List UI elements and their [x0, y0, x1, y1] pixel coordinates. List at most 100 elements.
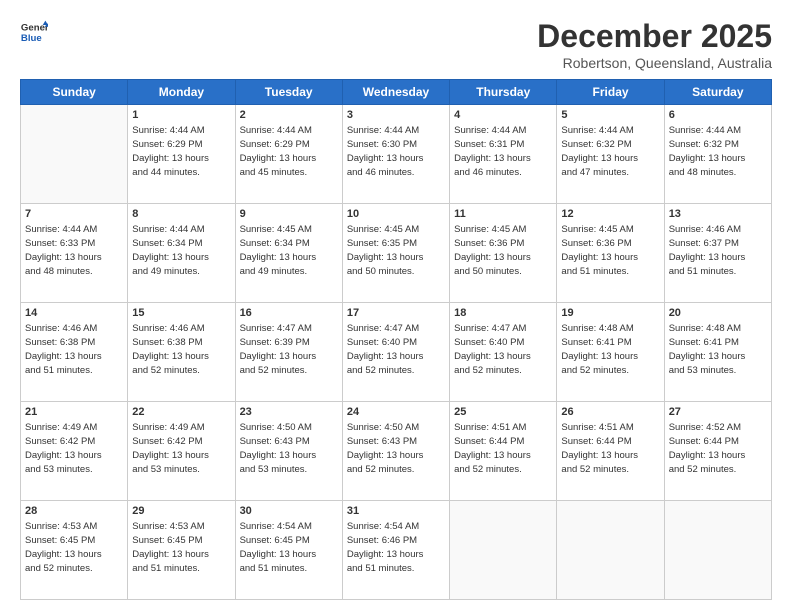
- day-number: 17: [347, 306, 445, 321]
- day-info: Sunrise: 4:46 AM Sunset: 6:38 PM Dayligh…: [25, 322, 123, 377]
- day-info: Sunrise: 4:53 AM Sunset: 6:45 PM Dayligh…: [132, 520, 230, 575]
- day-number: 3: [347, 108, 445, 123]
- table-row: 21Sunrise: 4:49 AM Sunset: 6:42 PM Dayli…: [21, 402, 128, 501]
- day-info: Sunrise: 4:51 AM Sunset: 6:44 PM Dayligh…: [454, 421, 552, 476]
- col-saturday: Saturday: [664, 80, 771, 105]
- day-info: Sunrise: 4:50 AM Sunset: 6:43 PM Dayligh…: [347, 421, 445, 476]
- table-row: 17Sunrise: 4:47 AM Sunset: 6:40 PM Dayli…: [342, 303, 449, 402]
- logo: General Blue: [20, 18, 48, 46]
- day-info: Sunrise: 4:53 AM Sunset: 6:45 PM Dayligh…: [25, 520, 123, 575]
- day-info: Sunrise: 4:45 AM Sunset: 6:36 PM Dayligh…: [561, 223, 659, 278]
- table-row: 12Sunrise: 4:45 AM Sunset: 6:36 PM Dayli…: [557, 204, 664, 303]
- table-row: 18Sunrise: 4:47 AM Sunset: 6:40 PM Dayli…: [450, 303, 557, 402]
- table-row: 26Sunrise: 4:51 AM Sunset: 6:44 PM Dayli…: [557, 402, 664, 501]
- table-row: 15Sunrise: 4:46 AM Sunset: 6:38 PM Dayli…: [128, 303, 235, 402]
- day-number: 12: [561, 207, 659, 222]
- day-number: 6: [669, 108, 767, 123]
- day-info: Sunrise: 4:44 AM Sunset: 6:34 PM Dayligh…: [132, 223, 230, 278]
- table-row: 30Sunrise: 4:54 AM Sunset: 6:45 PM Dayli…: [235, 501, 342, 600]
- day-number: 16: [240, 306, 338, 321]
- day-info: Sunrise: 4:44 AM Sunset: 6:29 PM Dayligh…: [240, 124, 338, 179]
- svg-text:Blue: Blue: [21, 33, 42, 44]
- table-row: 5Sunrise: 4:44 AM Sunset: 6:32 PM Daylig…: [557, 105, 664, 204]
- day-number: 13: [669, 207, 767, 222]
- day-number: 30: [240, 504, 338, 519]
- table-row: 10Sunrise: 4:45 AM Sunset: 6:35 PM Dayli…: [342, 204, 449, 303]
- day-info: Sunrise: 4:52 AM Sunset: 6:44 PM Dayligh…: [669, 421, 767, 476]
- day-number: 29: [132, 504, 230, 519]
- day-number: 11: [454, 207, 552, 222]
- calendar-table: Sunday Monday Tuesday Wednesday Thursday…: [20, 79, 772, 600]
- table-row: 31Sunrise: 4:54 AM Sunset: 6:46 PM Dayli…: [342, 501, 449, 600]
- table-row: 24Sunrise: 4:50 AM Sunset: 6:43 PM Dayli…: [342, 402, 449, 501]
- day-number: 23: [240, 405, 338, 420]
- table-row: 8Sunrise: 4:44 AM Sunset: 6:34 PM Daylig…: [128, 204, 235, 303]
- day-info: Sunrise: 4:47 AM Sunset: 6:40 PM Dayligh…: [347, 322, 445, 377]
- table-row: 25Sunrise: 4:51 AM Sunset: 6:44 PM Dayli…: [450, 402, 557, 501]
- day-number: 31: [347, 504, 445, 519]
- day-number: 7: [25, 207, 123, 222]
- day-info: Sunrise: 4:44 AM Sunset: 6:33 PM Dayligh…: [25, 223, 123, 278]
- day-info: Sunrise: 4:45 AM Sunset: 6:34 PM Dayligh…: [240, 223, 338, 278]
- table-row: 16Sunrise: 4:47 AM Sunset: 6:39 PM Dayli…: [235, 303, 342, 402]
- day-number: 25: [454, 405, 552, 420]
- day-info: Sunrise: 4:47 AM Sunset: 6:40 PM Dayligh…: [454, 322, 552, 377]
- day-number: 22: [132, 405, 230, 420]
- day-number: 14: [25, 306, 123, 321]
- day-info: Sunrise: 4:44 AM Sunset: 6:31 PM Dayligh…: [454, 124, 552, 179]
- day-info: Sunrise: 4:45 AM Sunset: 6:35 PM Dayligh…: [347, 223, 445, 278]
- day-number: 18: [454, 306, 552, 321]
- day-info: Sunrise: 4:47 AM Sunset: 6:39 PM Dayligh…: [240, 322, 338, 377]
- day-number: 26: [561, 405, 659, 420]
- table-row: 9Sunrise: 4:45 AM Sunset: 6:34 PM Daylig…: [235, 204, 342, 303]
- calendar-week-4: 21Sunrise: 4:49 AM Sunset: 6:42 PM Dayli…: [21, 402, 772, 501]
- day-info: Sunrise: 4:44 AM Sunset: 6:30 PM Dayligh…: [347, 124, 445, 179]
- day-number: 19: [561, 306, 659, 321]
- col-sunday: Sunday: [21, 80, 128, 105]
- day-number: 4: [454, 108, 552, 123]
- table-row: [21, 105, 128, 204]
- calendar-week-1: 1Sunrise: 4:44 AM Sunset: 6:29 PM Daylig…: [21, 105, 772, 204]
- day-info: Sunrise: 4:51 AM Sunset: 6:44 PM Dayligh…: [561, 421, 659, 476]
- logo-icon: General Blue: [20, 18, 48, 46]
- table-row: 22Sunrise: 4:49 AM Sunset: 6:42 PM Dayli…: [128, 402, 235, 501]
- calendar-header-row: Sunday Monday Tuesday Wednesday Thursday…: [21, 80, 772, 105]
- col-tuesday: Tuesday: [235, 80, 342, 105]
- day-info: Sunrise: 4:44 AM Sunset: 6:32 PM Dayligh…: [669, 124, 767, 179]
- day-number: 27: [669, 405, 767, 420]
- table-row: 29Sunrise: 4:53 AM Sunset: 6:45 PM Dayli…: [128, 501, 235, 600]
- table-row: [450, 501, 557, 600]
- day-number: 1: [132, 108, 230, 123]
- day-info: Sunrise: 4:49 AM Sunset: 6:42 PM Dayligh…: [132, 421, 230, 476]
- table-row: 27Sunrise: 4:52 AM Sunset: 6:44 PM Dayli…: [664, 402, 771, 501]
- subtitle: Robertson, Queensland, Australia: [537, 55, 772, 71]
- table-row: 13Sunrise: 4:46 AM Sunset: 6:37 PM Dayli…: [664, 204, 771, 303]
- day-number: 24: [347, 405, 445, 420]
- table-row: 20Sunrise: 4:48 AM Sunset: 6:41 PM Dayli…: [664, 303, 771, 402]
- day-info: Sunrise: 4:48 AM Sunset: 6:41 PM Dayligh…: [561, 322, 659, 377]
- calendar-week-3: 14Sunrise: 4:46 AM Sunset: 6:38 PM Dayli…: [21, 303, 772, 402]
- month-title: December 2025: [537, 18, 772, 55]
- calendar-week-2: 7Sunrise: 4:44 AM Sunset: 6:33 PM Daylig…: [21, 204, 772, 303]
- col-monday: Monday: [128, 80, 235, 105]
- day-info: Sunrise: 4:44 AM Sunset: 6:29 PM Dayligh…: [132, 124, 230, 179]
- table-row: 4Sunrise: 4:44 AM Sunset: 6:31 PM Daylig…: [450, 105, 557, 204]
- table-row: [664, 501, 771, 600]
- day-info: Sunrise: 4:45 AM Sunset: 6:36 PM Dayligh…: [454, 223, 552, 278]
- col-wednesday: Wednesday: [342, 80, 449, 105]
- day-info: Sunrise: 4:49 AM Sunset: 6:42 PM Dayligh…: [25, 421, 123, 476]
- day-number: 8: [132, 207, 230, 222]
- table-row: 1Sunrise: 4:44 AM Sunset: 6:29 PM Daylig…: [128, 105, 235, 204]
- header: General Blue December 2025 Robertson, Qu…: [20, 18, 772, 71]
- day-number: 9: [240, 207, 338, 222]
- day-info: Sunrise: 4:44 AM Sunset: 6:32 PM Dayligh…: [561, 124, 659, 179]
- day-info: Sunrise: 4:46 AM Sunset: 6:38 PM Dayligh…: [132, 322, 230, 377]
- day-info: Sunrise: 4:54 AM Sunset: 6:45 PM Dayligh…: [240, 520, 338, 575]
- day-number: 21: [25, 405, 123, 420]
- table-row: 23Sunrise: 4:50 AM Sunset: 6:43 PM Dayli…: [235, 402, 342, 501]
- table-row: 11Sunrise: 4:45 AM Sunset: 6:36 PM Dayli…: [450, 204, 557, 303]
- table-row: [557, 501, 664, 600]
- table-row: 7Sunrise: 4:44 AM Sunset: 6:33 PM Daylig…: [21, 204, 128, 303]
- table-row: 2Sunrise: 4:44 AM Sunset: 6:29 PM Daylig…: [235, 105, 342, 204]
- table-row: 28Sunrise: 4:53 AM Sunset: 6:45 PM Dayli…: [21, 501, 128, 600]
